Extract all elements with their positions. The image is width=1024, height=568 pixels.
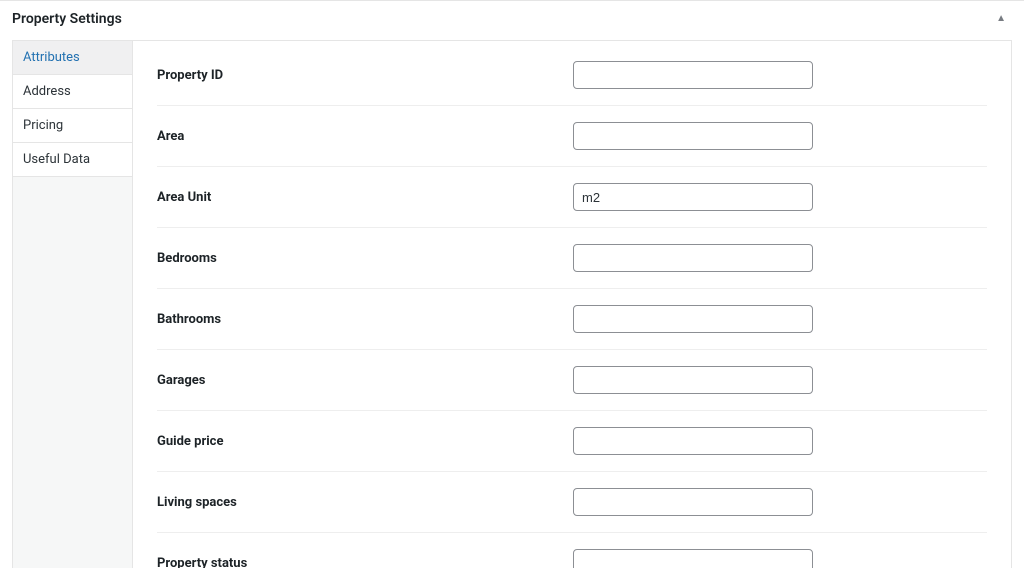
field-label: Property ID xyxy=(157,68,573,83)
tab-pricing[interactable]: Pricing xyxy=(13,109,132,143)
field-row-garages: Garages xyxy=(157,350,987,411)
panel-heading: Property Settings ▲ xyxy=(0,1,1024,40)
property-id-input[interactable] xyxy=(573,61,813,89)
property-settings-panel: Property Settings ▲ Attributes Address P… xyxy=(0,0,1024,568)
field-input-wrap xyxy=(573,122,813,150)
field-input-wrap xyxy=(573,427,813,455)
field-row-living-spaces: Living spaces xyxy=(157,472,987,533)
panel-title: Property Settings xyxy=(12,11,122,27)
field-row-guide-price: Guide price xyxy=(157,411,987,472)
field-row-property-id: Property ID xyxy=(157,53,987,106)
field-input-wrap xyxy=(573,305,813,333)
bathrooms-input[interactable] xyxy=(573,305,813,333)
field-label: Property status xyxy=(157,556,573,568)
field-input-wrap xyxy=(573,244,813,272)
chevron-up-icon: ▲ xyxy=(996,13,1006,24)
field-label: Bedrooms xyxy=(157,251,573,266)
field-row-bedrooms: Bedrooms xyxy=(157,228,987,289)
settings-tabs: Attributes Address Pricing Useful Data xyxy=(13,41,133,568)
tab-attributes[interactable]: Attributes xyxy=(13,41,132,75)
field-row-area: Area xyxy=(157,106,987,167)
field-row-area-unit: Area Unit xyxy=(157,167,987,228)
area-unit-input[interactable] xyxy=(573,183,813,211)
field-label: Bathrooms xyxy=(157,312,573,327)
metabox-body: Attributes Address Pricing Useful Data P… xyxy=(12,40,1012,568)
field-label: Living spaces xyxy=(157,495,573,510)
tab-address[interactable]: Address xyxy=(13,75,132,109)
property-status-input[interactable] xyxy=(573,549,813,568)
field-input-wrap xyxy=(573,61,813,89)
garages-input[interactable] xyxy=(573,366,813,394)
field-label: Garages xyxy=(157,373,573,388)
tab-content-attributes: Property ID Area Area Unit Bedrooms xyxy=(133,41,1011,568)
tab-useful-data[interactable]: Useful Data xyxy=(13,143,132,177)
field-row-property-status: Property status xyxy=(157,533,987,568)
tab-label: Pricing xyxy=(23,118,63,133)
living-spaces-input[interactable] xyxy=(573,488,813,516)
field-input-wrap xyxy=(573,183,813,211)
field-row-bathrooms: Bathrooms xyxy=(157,289,987,350)
bedrooms-input[interactable] xyxy=(573,244,813,272)
panel-collapse-toggle[interactable]: ▲ xyxy=(990,9,1012,28)
field-input-wrap xyxy=(573,549,813,568)
field-label: Area Unit xyxy=(157,190,573,205)
tab-label: Useful Data xyxy=(23,152,90,167)
field-label: Guide price xyxy=(157,434,573,449)
guide-price-input[interactable] xyxy=(573,427,813,455)
field-input-wrap xyxy=(573,488,813,516)
field-input-wrap xyxy=(573,366,813,394)
tab-label: Attributes xyxy=(23,50,80,65)
tab-label: Address xyxy=(23,84,71,99)
field-label: Area xyxy=(157,129,573,144)
area-input[interactable] xyxy=(573,122,813,150)
